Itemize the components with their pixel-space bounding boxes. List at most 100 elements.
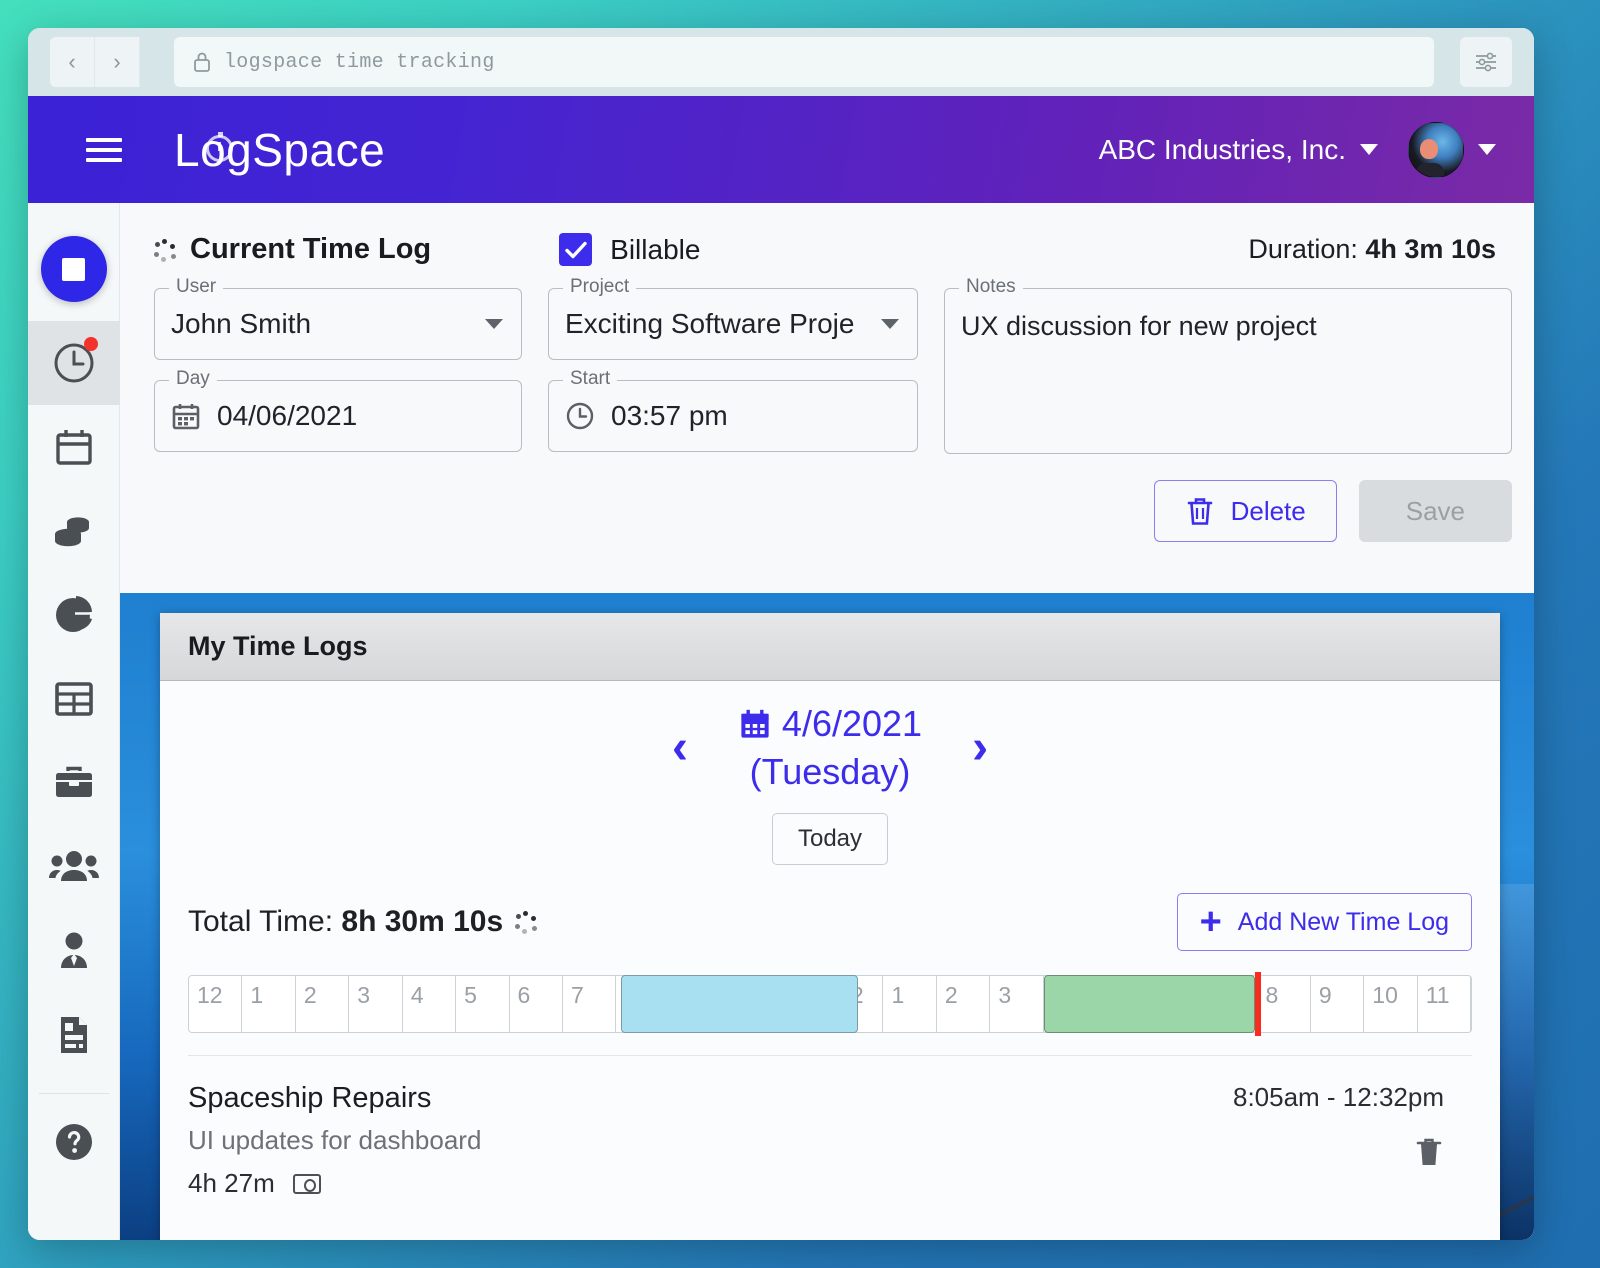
chevron-down-icon bbox=[1478, 144, 1496, 155]
sliders-icon bbox=[1476, 52, 1496, 72]
timeline-hour-cell[interactable]: 8 bbox=[1257, 976, 1311, 1032]
sidebar-item-stop-timer[interactable] bbox=[28, 217, 120, 321]
day-value: 04/06/2021 bbox=[217, 400, 358, 431]
current-time-log-label: Current Time Log bbox=[190, 233, 432, 265]
project-value: Exciting Software Proje bbox=[565, 308, 855, 339]
day-label: Day bbox=[169, 368, 217, 390]
timeline-hour-cell[interactable]: 9 bbox=[1311, 976, 1365, 1032]
billable-checkbox[interactable] bbox=[559, 233, 593, 266]
prev-day-button[interactable]: ‹ bbox=[672, 724, 688, 772]
browser-toolbar: ‹ › logspace time tracking bbox=[28, 28, 1534, 96]
timeline-hour-cell[interactable]: 2 bbox=[296, 976, 350, 1032]
user-tie-icon bbox=[60, 932, 87, 968]
entry-duration: 4h 27m bbox=[188, 1168, 275, 1198]
delete-button[interactable]: Delete bbox=[1153, 480, 1337, 542]
time-log-entry[interactable]: Spaceship Repairs UI updates for dashboar… bbox=[188, 1055, 1472, 1225]
user-select[interactable]: User John Smith bbox=[154, 276, 522, 360]
timeline-hour-cell[interactable]: 2 bbox=[937, 976, 991, 1032]
timeline-hour-cell[interactable]: 12 bbox=[189, 976, 243, 1032]
notes-field[interactable]: Notes UX discussion for new project bbox=[944, 276, 1512, 454]
timeline-hour-cell[interactable]: 5 bbox=[456, 976, 510, 1032]
coins-icon bbox=[54, 517, 89, 547]
sidebar-item-help[interactable] bbox=[28, 1100, 120, 1184]
next-day-button[interactable]: › bbox=[972, 724, 988, 772]
trash-icon bbox=[1416, 1138, 1442, 1165]
day-timeline[interactable]: 121234567891011121234567891011 bbox=[188, 972, 1472, 1036]
calendar-icon bbox=[55, 430, 92, 465]
user-value: John Smith bbox=[171, 308, 312, 339]
chevron-down-icon bbox=[881, 319, 899, 329]
chevron-down-icon bbox=[485, 319, 503, 329]
entry-time-range: 8:05am - 12:32pm bbox=[1232, 1082, 1444, 1112]
timeline-hour-cell[interactable]: 3 bbox=[990, 976, 1044, 1032]
plus-icon: + bbox=[1199, 900, 1222, 943]
clock-logo-icon bbox=[206, 131, 233, 162]
money-icon bbox=[292, 1173, 321, 1194]
panel-title: My Time Logs bbox=[160, 613, 1500, 681]
sidebar-divider bbox=[38, 1093, 109, 1094]
back-button[interactable]: ‹ bbox=[50, 37, 95, 87]
sidebar bbox=[28, 203, 120, 1240]
sidebar-item-invoices[interactable] bbox=[28, 993, 120, 1077]
timeline-hour-cell[interactable]: 10 bbox=[1364, 976, 1418, 1032]
date-navigation: ‹ 4/6/2021 (Tuesday) › bbox=[188, 703, 1472, 793]
loading-spinner-icon bbox=[515, 911, 538, 934]
timeline-block[interactable] bbox=[1043, 975, 1255, 1033]
total-time-prefix: Total Time: bbox=[188, 905, 342, 938]
total-time-display: Total Time: 8h 30m 10s bbox=[188, 905, 538, 939]
timeline-hour-cell[interactable]: 3 bbox=[349, 976, 403, 1032]
url-bar[interactable]: logspace time tracking bbox=[174, 37, 1434, 87]
save-button[interactable]: Save bbox=[1358, 480, 1512, 542]
current-time-marker bbox=[1254, 972, 1261, 1036]
avatar bbox=[1408, 121, 1464, 178]
sidebar-item-teams[interactable] bbox=[28, 825, 120, 909]
sidebar-item-projects[interactable] bbox=[28, 741, 120, 825]
day-field[interactable]: Day 04/06/2021 bbox=[154, 368, 522, 452]
start-time-field[interactable]: Start 03:57 pm bbox=[548, 368, 918, 452]
timeline-hour-cell[interactable]: 7 bbox=[563, 976, 617, 1032]
entry-title: Spaceship Repairs bbox=[188, 1082, 432, 1114]
forward-button[interactable]: › bbox=[95, 37, 140, 87]
duration-display: Duration: 4h 3m 10s bbox=[1248, 234, 1496, 265]
calendar-icon bbox=[741, 709, 769, 738]
project-label: Project bbox=[563, 276, 637, 298]
save-label: Save bbox=[1405, 495, 1465, 526]
sidebar-item-timesheets[interactable] bbox=[28, 657, 120, 741]
hamburger-menu-icon[interactable] bbox=[86, 137, 122, 162]
entry-description: UI updates for dashboard bbox=[188, 1125, 482, 1155]
selected-weekday: (Tuesday) bbox=[749, 751, 911, 792]
brand-logo[interactable]: LogSpace bbox=[174, 123, 385, 177]
entry-delete-button[interactable] bbox=[1414, 1135, 1444, 1174]
timeline-hour-cell[interactable]: 11 bbox=[1418, 976, 1472, 1032]
today-button[interactable]: Today bbox=[772, 813, 888, 865]
timeline-hour-cell[interactable]: 6 bbox=[510, 976, 563, 1032]
browser-settings-button[interactable] bbox=[1460, 37, 1512, 87]
timeline-hour-cell[interactable]: 1 bbox=[242, 976, 296, 1032]
company-selector[interactable]: ABC Industries, Inc. bbox=[1099, 134, 1378, 166]
user-label: User bbox=[169, 276, 224, 298]
sidebar-item-calendar[interactable] bbox=[28, 405, 120, 489]
sidebar-item-time-logs[interactable] bbox=[28, 321, 120, 405]
timeline-hour-cell[interactable]: 1 bbox=[883, 976, 937, 1032]
app-header: LogSpace ABC Industries, Inc. bbox=[28, 96, 1534, 203]
total-time-value: 8h 30m 10s bbox=[341, 905, 504, 938]
sidebar-item-expenses[interactable] bbox=[28, 489, 120, 573]
timeline-hour-cell[interactable]: 4 bbox=[403, 976, 457, 1032]
current-time-log-panel: Current Time Log Billable Duration: 4h 3… bbox=[120, 203, 1534, 568]
sidebar-item-reports[interactable] bbox=[28, 573, 120, 657]
main-content: Current Time Log Billable Duration: 4h 3… bbox=[120, 203, 1534, 1240]
notes-label: Notes bbox=[959, 276, 1023, 298]
account-menu[interactable] bbox=[1408, 121, 1496, 178]
notes-value: UX discussion for new project bbox=[961, 311, 1317, 341]
chevron-down-icon bbox=[1360, 144, 1378, 155]
duration-prefix: Duration: bbox=[1248, 234, 1366, 264]
project-select[interactable]: Project Exciting Software Proje bbox=[548, 276, 918, 360]
stop-square-icon bbox=[40, 236, 107, 302]
add-new-time-log-button[interactable]: + Add New Time Log bbox=[1176, 893, 1472, 951]
timeline-block[interactable] bbox=[620, 975, 859, 1033]
add-new-time-log-label: Add New Time Log bbox=[1237, 907, 1449, 936]
calendar-icon bbox=[171, 401, 201, 431]
sidebar-item-clients[interactable] bbox=[28, 909, 120, 993]
url-text: logspace time tracking bbox=[224, 50, 495, 74]
back-chevron-icon: ‹ bbox=[68, 49, 76, 74]
